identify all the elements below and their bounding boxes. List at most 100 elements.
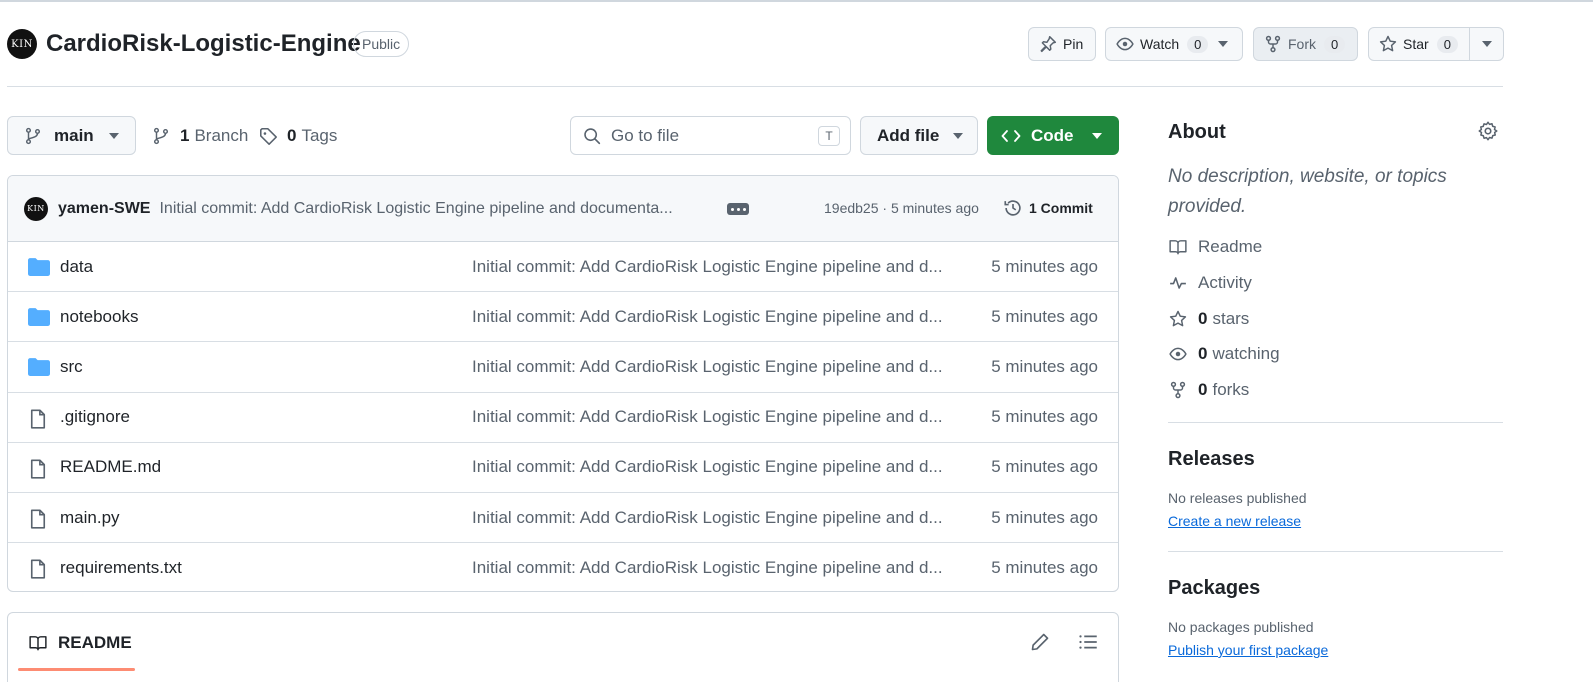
packages-empty-text: No packages published: [1168, 619, 1314, 635]
file-row[interactable]: requirements.txt Initial commit: Add Card…: [8, 543, 1118, 591]
releases-heading[interactable]: Releases: [1168, 448, 1255, 471]
create-release-link[interactable]: Create a new release: [1168, 513, 1301, 529]
book-icon: [1168, 238, 1188, 256]
publish-package-link[interactable]: Publish your first package: [1168, 642, 1328, 658]
commit-history-link[interactable]: 1 Commit: [1003, 198, 1093, 218]
history-icon: [1003, 198, 1023, 218]
file-list: data Initial commit: Add CardioRisk Logis…: [8, 242, 1118, 591]
gear-icon[interactable]: [1478, 121, 1498, 141]
header-divider: [7, 86, 1503, 87]
stars-count: 0: [1198, 309, 1208, 328]
commit-author-avatar[interactable]: KIN: [24, 196, 48, 221]
star-lists-chevron-icon[interactable]: [1482, 41, 1492, 47]
commit-sha-time[interactable]: 19edb25 · 5 minutes ago: [824, 200, 979, 216]
file-name[interactable]: main.py: [60, 508, 120, 528]
code-icon: [1001, 128, 1021, 144]
watch-label: Watch: [1140, 36, 1180, 52]
keyboard-shortcut-hint: T: [818, 126, 840, 146]
stars-link[interactable]: 0 stars: [1168, 309, 1249, 329]
code-button[interactable]: Code: [987, 116, 1119, 155]
file-name[interactable]: README.md: [60, 457, 161, 477]
branch-selector[interactable]: main: [7, 116, 136, 155]
fork-button[interactable]: Fork 0: [1253, 27, 1358, 61]
file-row[interactable]: data Initial commit: Add CardioRisk Logis…: [8, 242, 1118, 293]
commit-message[interactable]: Initial commit: Add CardioRisk Logistic …: [159, 200, 672, 218]
pencil-icon[interactable]: [1030, 632, 1050, 652]
activity-link-label: Activity: [1198, 273, 1252, 292]
about-heading: About: [1168, 121, 1226, 143]
readme-link[interactable]: Readme: [1168, 237, 1262, 257]
file-row[interactable]: .gitignore Initial commit: Add CardioRisk…: [8, 393, 1118, 443]
file-name[interactable]: src: [60, 357, 83, 377]
eye-icon: [1116, 35, 1134, 53]
fork-icon: [1264, 35, 1282, 53]
file-row[interactable]: notebooks Initial commit: Add CardioRisk …: [8, 292, 1118, 343]
eye-icon: [1168, 345, 1188, 363]
file-name[interactable]: data: [60, 257, 93, 277]
watching-count: 0: [1198, 344, 1208, 363]
sidebar-divider: [1168, 551, 1503, 552]
chevron-down-icon[interactable]: [1218, 41, 1229, 47]
pin-button[interactable]: Pin: [1028, 27, 1096, 61]
watching-link[interactable]: 0 watching: [1168, 344, 1280, 364]
owner-avatar[interactable]: KIN: [7, 29, 37, 59]
file-commit-time: 5 minutes ago: [991, 558, 1098, 578]
file-commit-message[interactable]: Initial commit: Add CardioRisk Logistic …: [472, 508, 943, 528]
branch-icon: [152, 127, 170, 145]
file-commit-message[interactable]: Initial commit: Add CardioRisk Logistic …: [472, 307, 943, 327]
search-placeholder: Go to file: [611, 125, 680, 145]
file-name[interactable]: requirements.txt: [60, 558, 182, 578]
readme-tab[interactable]: README: [28, 633, 132, 653]
chevron-down-icon: [108, 132, 119, 139]
file-commit-message[interactable]: Initial commit: Add CardioRisk Logistic …: [472, 357, 943, 377]
add-file-button[interactable]: Add file: [860, 116, 978, 155]
button-divider: [1469, 28, 1470, 60]
branch-name: main: [54, 125, 94, 145]
pin-icon: [1039, 35, 1057, 53]
expand-commit-message-button[interactable]: [727, 203, 749, 215]
forks-link[interactable]: 0 forks: [1168, 380, 1249, 400]
branch-icon: [24, 127, 42, 145]
fork-label: Fork: [1288, 36, 1316, 52]
branches-link[interactable]: 1 Branch: [152, 126, 248, 146]
readme-link-label: Readme: [1198, 237, 1263, 256]
outline-list-icon[interactable]: [1078, 632, 1098, 652]
file-commit-time: 5 minutes ago: [991, 407, 1098, 427]
forks-count: 0: [1198, 380, 1208, 399]
file-commit-message[interactable]: Initial commit: Add CardioRisk Logistic …: [472, 558, 943, 578]
file-name[interactable]: .gitignore: [60, 407, 130, 427]
commit-count-label: 1 Commit: [1029, 200, 1093, 216]
folder-icon: [28, 258, 50, 276]
search-icon: [583, 127, 601, 145]
file-commit-message[interactable]: Initial commit: Add CardioRisk Logistic …: [472, 457, 943, 477]
file-commit-message[interactable]: Initial commit: Add CardioRisk Logistic …: [472, 407, 943, 427]
tags-link[interactable]: 0 Tags: [259, 126, 337, 146]
folder-icon: [28, 308, 50, 327]
pin-label: Pin: [1063, 36, 1084, 52]
file-icon: [28, 409, 48, 429]
repo-name[interactable]: CardioRisk-Logistic-Engine: [46, 30, 361, 58]
file-commit-message[interactable]: Initial commit: Add CardioRisk Logistic …: [472, 257, 943, 277]
code-label: Code: [1031, 125, 1074, 145]
file-commit-time: 5 minutes ago: [991, 457, 1098, 477]
visibility-badge: Public: [353, 31, 410, 57]
go-to-file-input[interactable]: Go to file T: [570, 116, 851, 155]
watch-count: 0: [1187, 35, 1209, 53]
watch-button[interactable]: Watch 0: [1105, 27, 1243, 61]
star-label: Star: [1403, 36, 1429, 52]
file-commit-time: 5 minutes ago: [991, 256, 1098, 276]
watching-label: watching: [1212, 344, 1280, 363]
file-icon: [28, 459, 48, 479]
commit-author[interactable]: yamen-SWE: [58, 200, 150, 218]
star-button[interactable]: Star 0: [1368, 27, 1504, 61]
packages-heading[interactable]: Packages: [1168, 577, 1260, 600]
file-commit-time: 5 minutes ago: [991, 507, 1098, 527]
star-icon: [1379, 35, 1397, 53]
readme-tab-label: README: [58, 633, 132, 652]
file-row[interactable]: src Initial commit: Add CardioRisk Logist…: [8, 342, 1118, 393]
file-row[interactable]: main.py Initial commit: Add CardioRisk Lo…: [8, 493, 1118, 544]
file-name[interactable]: notebooks: [60, 307, 138, 327]
file-row[interactable]: README.md Initial commit: Add CardioRisk …: [8, 443, 1118, 493]
activity-link[interactable]: Activity: [1168, 273, 1252, 293]
tags-label: Tags: [301, 126, 338, 145]
